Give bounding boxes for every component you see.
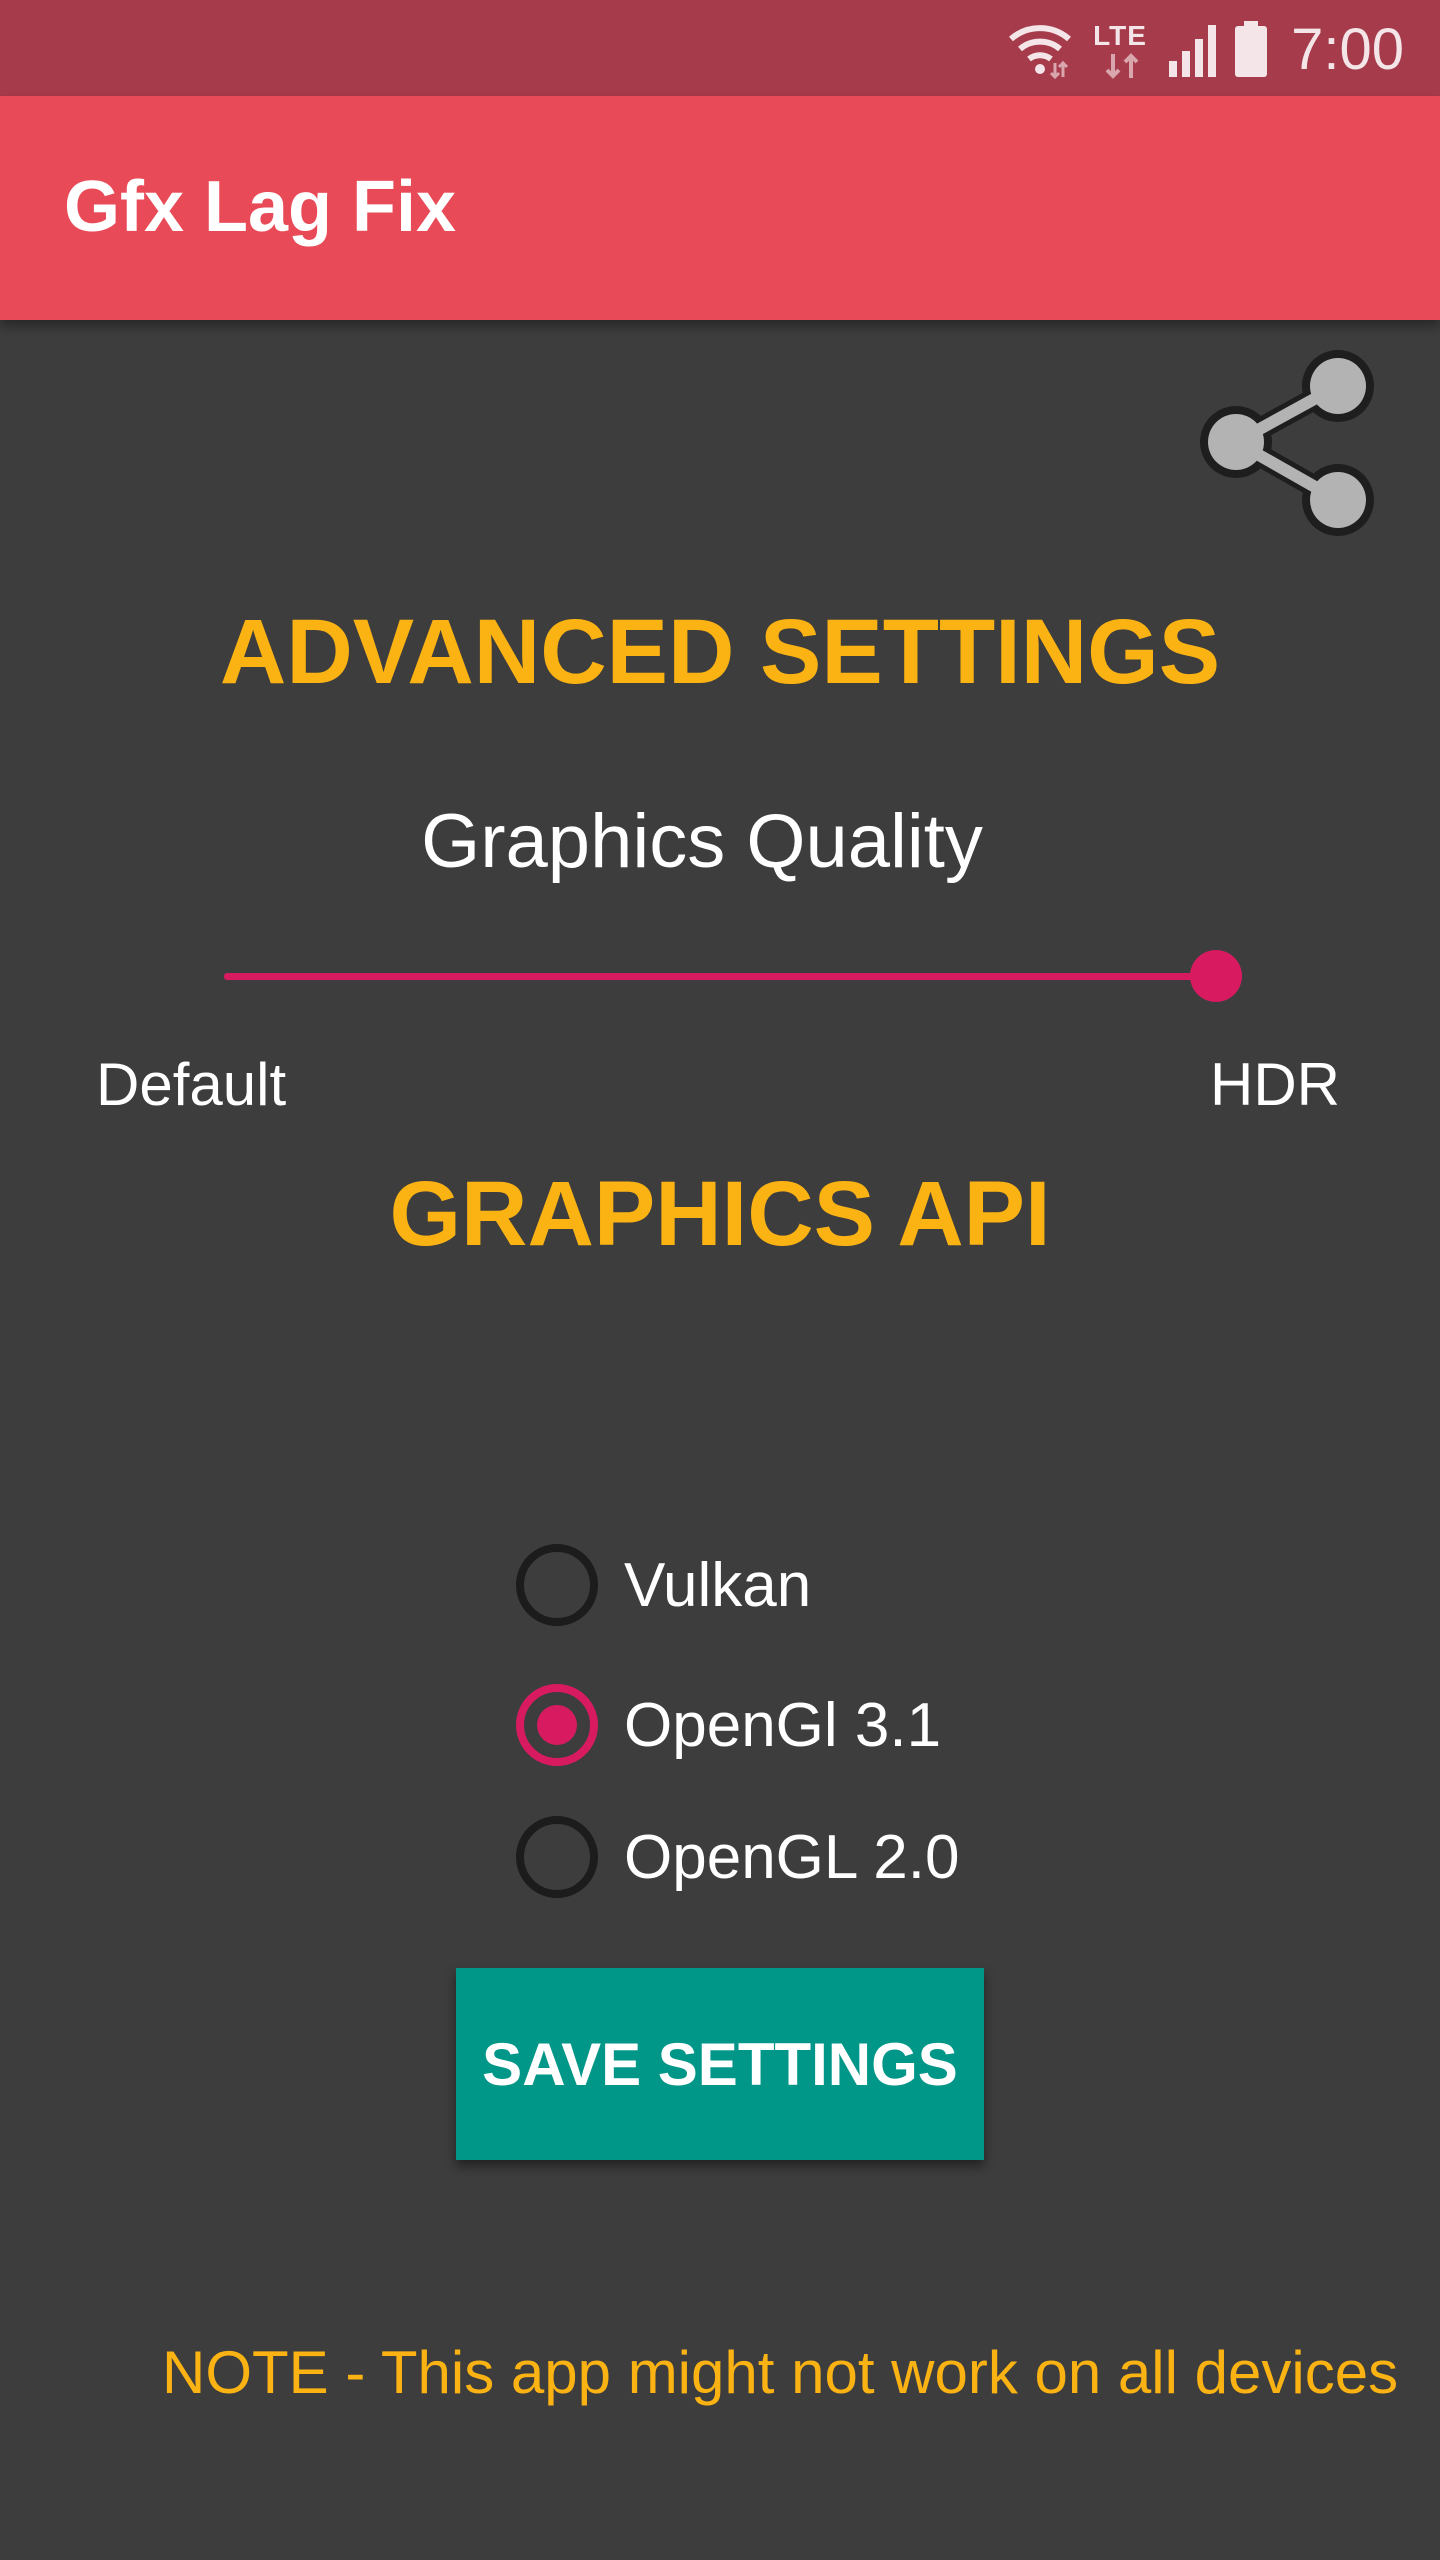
slider-max-label: HDR: [1210, 1051, 1340, 1118]
graphics-quality-label: Graphics Quality: [421, 799, 983, 884]
radio-selected-dot: [537, 1705, 577, 1745]
advanced-settings-heading: ADVANCED SETTINGS: [219, 601, 1221, 703]
radio-label: OpenGl 3.1: [624, 1690, 942, 1760]
radio-option-opengl-2-0[interactable]: OpenGL 2.0: [516, 1812, 960, 1902]
wifi-icon: [1009, 25, 1072, 79]
cell-signal-icon: [1169, 25, 1217, 77]
share-button[interactable]: [1188, 346, 1378, 536]
network-type-label: LTE: [1093, 20, 1147, 51]
compatibility-note: NOTE - This app might not work on all de…: [162, 2339, 1399, 2406]
radio-label: OpenGL 2.0: [624, 1822, 960, 1892]
status-time: 7:00: [1291, 16, 1404, 82]
status-icons: LTE 7:00: [1007, 14, 1404, 84]
app-title: Gfx Lag Fix: [64, 167, 457, 247]
slider-thumb[interactable]: [1190, 950, 1242, 1002]
lte-icon: LTE: [1087, 14, 1153, 84]
slider-min-label: Default: [96, 1051, 287, 1118]
battery-icon: [1235, 21, 1268, 77]
radio-button-unchecked[interactable]: [516, 1816, 598, 1898]
radio-option-opengl-3-1[interactable]: OpenGl 3.1: [516, 1680, 941, 1770]
radio-button-checked[interactable]: [516, 1684, 598, 1766]
slider-track: [224, 973, 1218, 980]
screen: LTE 7:00 Gfx Lag Fix ADVANCED SETTINGS G…: [0, 0, 1440, 2560]
save-settings-button[interactable]: SAVE SETTINGS: [456, 1968, 984, 2160]
radio-option-vulkan[interactable]: Vulkan: [516, 1540, 811, 1630]
graphics-quality-slider[interactable]: [222, 940, 1242, 1010]
graphics-api-heading: GRAPHICS API: [389, 1163, 1051, 1265]
app-bar: Gfx Lag Fix: [0, 96, 1440, 320]
share-icon: [1200, 350, 1374, 536]
radio-label: Vulkan: [624, 1550, 812, 1620]
status-bar: LTE 7:00: [0, 0, 1440, 96]
radio-button-unchecked[interactable]: [516, 1544, 598, 1626]
